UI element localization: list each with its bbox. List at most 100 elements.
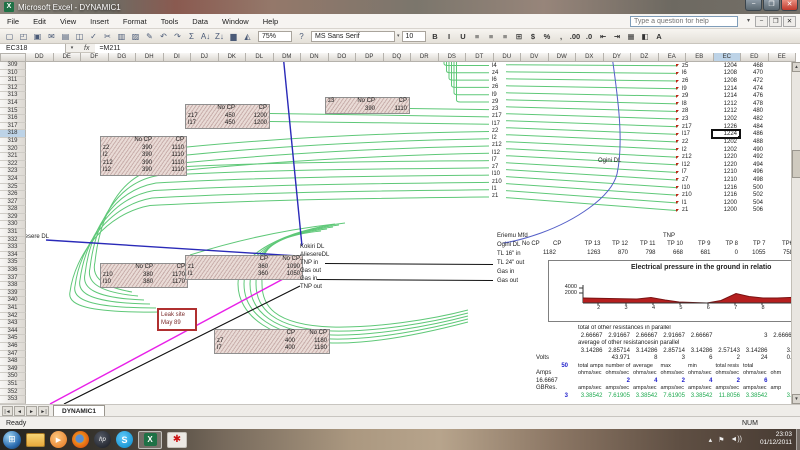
chart-wizard-icon[interactable]: ▆ xyxy=(227,30,240,43)
column-header[interactable]: EA xyxy=(659,53,687,62)
row-header[interactable]: 335 xyxy=(0,259,26,267)
ed-value[interactable]: 502 xyxy=(737,192,763,198)
ec-value[interactable]: 1214 xyxy=(697,93,737,99)
column-header[interactable]: DL xyxy=(246,53,274,62)
currency-icon[interactable]: $ xyxy=(527,30,540,43)
row-header[interactable]: 317 xyxy=(0,123,26,131)
row-header[interactable]: 324 xyxy=(0,176,26,184)
print-preview-icon[interactable]: ◫ xyxy=(73,30,86,43)
font-name-select[interactable]: MS Sans Serif xyxy=(311,31,395,42)
row-header[interactable]: 326 xyxy=(0,191,26,199)
column-header[interactable]: DI xyxy=(164,53,192,62)
gbres-value[interactable]: 3 xyxy=(534,393,576,401)
cell-value[interactable]: 2.57143 xyxy=(714,348,742,356)
taskbar-skype-icon[interactable] xyxy=(116,431,133,448)
menu-item[interactable]: Data xyxy=(185,15,215,28)
increase-indent-icon[interactable]: ⇥ xyxy=(611,30,624,43)
scroll-down-icon[interactable]: ▼ xyxy=(792,394,800,404)
help-search-input[interactable] xyxy=(630,16,738,27)
row-header[interactable]: 312 xyxy=(0,85,26,93)
cell-value[interactable] xyxy=(714,333,742,341)
taskbar-paint-icon[interactable] xyxy=(167,432,187,448)
ed-value[interactable]: 470 xyxy=(737,70,763,76)
cell-value[interactable]: 3.14286 xyxy=(741,348,769,356)
percent-icon[interactable]: % xyxy=(541,30,554,43)
ed-value[interactable]: 468 xyxy=(737,63,763,69)
column-header[interactable]: DX xyxy=(576,53,604,62)
cell-value[interactable]: 2.85714 xyxy=(604,348,632,356)
cell-value[interactable]: 3.38542 xyxy=(741,393,769,401)
row-header[interactable]: 342 xyxy=(0,313,26,321)
cell-value[interactable]: 6 xyxy=(741,378,769,386)
name-box[interactable]: EC318 xyxy=(0,44,66,53)
column-header[interactable]: DS xyxy=(439,53,467,62)
column-header[interactable]: DU xyxy=(494,53,522,62)
row-header[interactable]: 348 xyxy=(0,358,26,366)
row-header[interactable]: 352 xyxy=(0,389,26,397)
row-header[interactable]: 345 xyxy=(0,335,26,343)
scroll-up-icon[interactable]: ▲ xyxy=(792,62,800,72)
cell-value[interactable]: 2.66667 xyxy=(686,333,714,341)
decrease-indent-icon[interactable]: ⇤ xyxy=(597,30,610,43)
doc-minimize-button[interactable]: − xyxy=(755,16,768,27)
column-header[interactable]: DH xyxy=(136,53,164,62)
cell-value[interactable]: 4 xyxy=(631,378,659,386)
column-header[interactable]: EE xyxy=(769,53,797,62)
row-header[interactable]: 319 xyxy=(0,138,26,146)
row-header[interactable]: 343 xyxy=(0,320,26,328)
ed-value[interactable]: 494 xyxy=(737,162,763,168)
chevron-down-icon[interactable]: ▾ xyxy=(747,17,750,24)
ec-value[interactable]: 1208 xyxy=(697,70,737,76)
row-header[interactable]: 318 xyxy=(0,130,26,138)
row-header[interactable]: 351 xyxy=(0,381,26,389)
taskbar-hp-icon[interactable] xyxy=(94,431,111,448)
total-amps-value[interactable]: 50 xyxy=(534,363,576,371)
ed-value[interactable]: 504 xyxy=(737,200,763,206)
ed-value[interactable]: 498 xyxy=(737,177,763,183)
fill-handle[interactable] xyxy=(738,136,741,139)
taskbar-clock[interactable]: 23:03 01/12/2011 xyxy=(760,431,792,447)
column-header[interactable]: EB xyxy=(686,53,714,62)
font-size-select[interactable]: 10 xyxy=(402,31,426,42)
cut-icon[interactable]: ✂ xyxy=(101,30,114,43)
cell-value[interactable]: 2 xyxy=(714,355,742,363)
cell-value[interactable]: 2.91667 xyxy=(659,333,687,341)
column-header[interactable]: DO xyxy=(329,53,357,62)
cell-value[interactable]: 3.14286 xyxy=(631,348,659,356)
ec-value[interactable]: 1212 xyxy=(697,101,737,107)
row-header[interactable]: 316 xyxy=(0,115,26,123)
minimize-button[interactable]: − xyxy=(745,0,762,11)
column-header[interactable]: DF xyxy=(81,53,109,62)
format-painter-icon[interactable]: ✎ xyxy=(143,30,156,43)
save-icon[interactable]: ▣ xyxy=(31,30,44,43)
menu-item[interactable]: Window xyxy=(215,15,256,28)
cell-value[interactable]: 2.66667 xyxy=(631,333,659,341)
formula-input[interactable]: =M211 xyxy=(95,44,800,53)
menu-item[interactable]: Edit xyxy=(26,15,53,28)
merge-center-icon[interactable]: ⊞ xyxy=(513,30,526,43)
ed-value[interactable]: 472 xyxy=(737,78,763,84)
doc-restore-button[interactable]: ❐ xyxy=(769,16,782,27)
autosum-icon[interactable]: Σ xyxy=(185,30,198,43)
column-header[interactable]: DZ xyxy=(631,53,659,62)
column-header[interactable]: DM xyxy=(274,53,302,62)
menu-item[interactable]: View xyxy=(53,15,83,28)
copy-icon[interactable]: ▥ xyxy=(115,30,128,43)
tab-nav-button[interactable]: ► xyxy=(26,406,37,416)
ec-value[interactable]: 1214 xyxy=(697,86,737,92)
tp-value[interactable]: 1055 xyxy=(741,250,769,256)
ec-value[interactable]: 1200 xyxy=(697,200,737,206)
row-header[interactable]: 313 xyxy=(0,92,26,100)
column-header[interactable]: DP xyxy=(356,53,384,62)
cell-value[interactable]: 2.66667 xyxy=(576,333,604,341)
ed-value[interactable]: 480 xyxy=(737,108,763,114)
taskbar-start-orb[interactable] xyxy=(3,431,21,449)
row-header[interactable]: 315 xyxy=(0,108,26,116)
row-header[interactable]: 309 xyxy=(0,62,26,70)
cell-value[interactable]: 43.971 xyxy=(604,355,632,363)
tab-nav-button[interactable]: ►| xyxy=(38,406,49,416)
column-header[interactable]: DN xyxy=(301,53,329,62)
ec-value[interactable]: 1202 xyxy=(697,139,737,145)
column-header[interactable]: DY xyxy=(604,53,632,62)
row-header[interactable]: 314 xyxy=(0,100,26,108)
